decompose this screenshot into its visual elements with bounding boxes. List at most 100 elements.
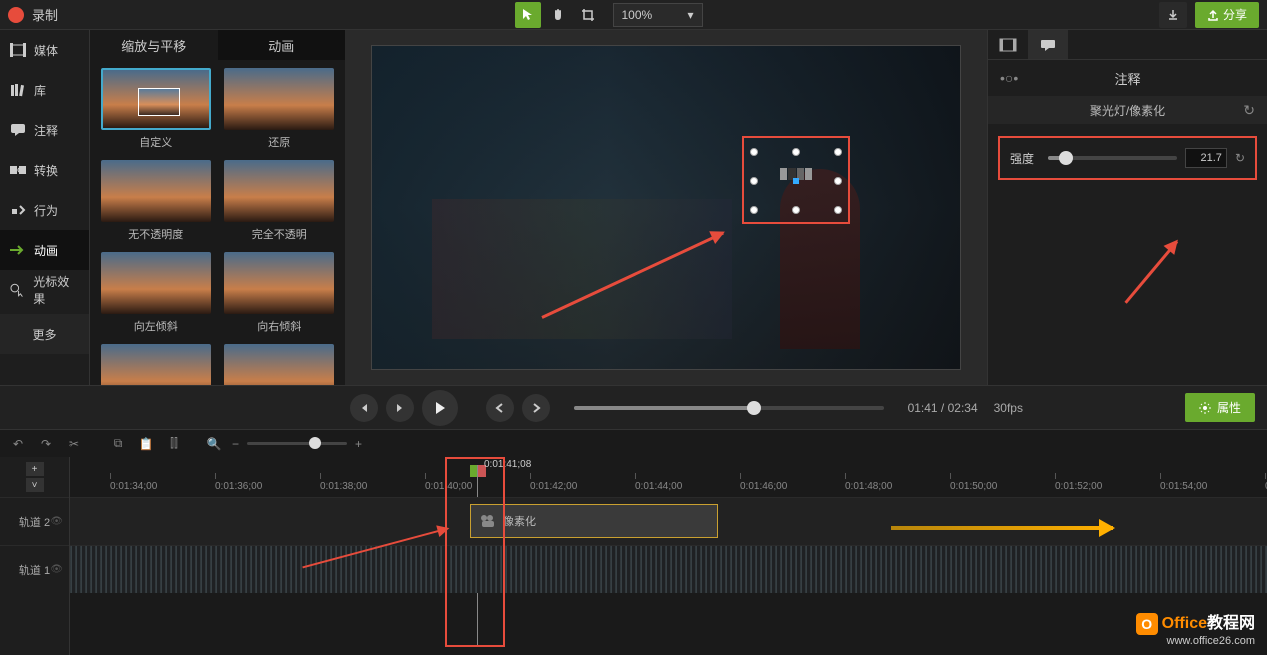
next-frame-button[interactable] — [386, 394, 414, 422]
ruler-tick: 0:01:36;00 — [215, 481, 262, 492]
properties-button[interactable]: 属性 — [1185, 393, 1255, 422]
properties-header: •○• 注释 — [988, 60, 1267, 96]
animation-item-extra[interactable] — [98, 344, 214, 385]
animation-thumbnail — [224, 252, 334, 314]
copy-button[interactable]: ⧉ — [108, 434, 128, 454]
share-label: 分享 — [1223, 6, 1247, 23]
pixelate-effect-object[interactable] — [758, 156, 834, 206]
sidebar-item-cursor-effects[interactable]: 光标效果 — [0, 270, 89, 310]
intensity-value-input[interactable]: 21.7 — [1185, 148, 1227, 168]
canvas-area — [345, 30, 987, 385]
reset-icon[interactable]: ↻ — [1243, 102, 1255, 119]
annotation-highlight-box — [742, 136, 850, 224]
intensity-slider[interactable] — [1048, 156, 1177, 160]
hand-tool-button[interactable] — [545, 2, 571, 28]
animation-item-custom[interactable]: 自定义 — [98, 68, 214, 150]
share-button[interactable]: 分享 — [1195, 2, 1259, 28]
timeline-zoom-slider[interactable] — [247, 442, 347, 445]
resize-handle-icon[interactable] — [834, 177, 842, 185]
slider-thumb-icon[interactable] — [1059, 151, 1073, 165]
animation-item-restore[interactable]: 还原 — [222, 68, 338, 150]
timeline-clip-pixelate[interactable]: 像素化 — [470, 504, 718, 538]
properties-tab-annotation[interactable] — [1028, 30, 1068, 59]
sidebar-item-label: 行为 — [34, 202, 58, 219]
sidebar-item-media[interactable]: 媒体 — [0, 30, 89, 70]
playback-progress-slider[interactable] — [574, 406, 884, 410]
slider-thumb-icon[interactable] — [747, 401, 761, 415]
ruler-tick: 0:01:52;00 — [1055, 481, 1102, 492]
prev-marker-button[interactable] — [486, 394, 514, 422]
resize-handle-icon[interactable] — [834, 206, 842, 214]
add-track-button[interactable]: + — [26, 462, 44, 476]
animation-item-tilt-left[interactable]: 向左倾斜 — [98, 252, 214, 334]
reset-icon[interactable]: ↻ — [1235, 151, 1245, 165]
resize-handle-icon[interactable] — [834, 148, 842, 156]
sidebar-item-label: 库 — [34, 82, 46, 99]
next-marker-button[interactable] — [522, 394, 550, 422]
ruler-tick: 0:01:38;00 — [320, 481, 367, 492]
record-indicator-icon[interactable] — [8, 7, 24, 23]
zoom-select[interactable]: 100% ▾ — [613, 3, 703, 27]
resize-handle-icon[interactable] — [750, 148, 758, 156]
preview-canvas[interactable] — [371, 45, 961, 370]
sidebar-more-button[interactable]: 更多 — [0, 314, 89, 354]
properties-subheader: 聚光灯/像素化 ↻ — [988, 96, 1267, 124]
track-row[interactable]: 像素化 — [70, 497, 1267, 545]
prev-frame-button[interactable] — [350, 394, 378, 422]
undo-button[interactable]: ↶ — [8, 434, 28, 454]
fps-display[interactable]: 30fps — [994, 401, 1023, 415]
sidebar-item-label: 注释 — [34, 122, 58, 139]
sidebar-item-behaviors[interactable]: 行为 — [0, 190, 89, 230]
properties-panel: •○• 注释 聚光灯/像素化 ↻ 强度 21.7 ↻ — [987, 30, 1267, 385]
animation-item-full-opacity[interactable]: 完全不透明 — [222, 160, 338, 242]
track-header[interactable]: 轨道 1 👁 — [0, 545, 69, 593]
paste-button[interactable]: 📋 — [136, 434, 156, 454]
sidebar-item-label: 动画 — [34, 242, 58, 259]
track-row[interactable] — [70, 545, 1267, 593]
zoom-out-button[interactable]: − — [232, 437, 239, 451]
time-display: 01:41 / 02:34 — [908, 401, 978, 415]
zoom-in-button[interactable]: + — [355, 437, 362, 451]
resize-handle-icon[interactable] — [750, 206, 758, 214]
slider-thumb-icon[interactable] — [309, 437, 321, 449]
timeline: + ˅ 轨道 2 👁 轨道 1 👁 0:01:41;08 0:01:34;00 … — [0, 457, 1267, 655]
zoom-fit-button[interactable]: 🔍 — [204, 434, 224, 454]
play-button[interactable] — [422, 390, 458, 426]
sidebar-item-animations[interactable]: 动画 — [0, 230, 89, 270]
resize-handle-icon[interactable] — [792, 148, 800, 156]
animation-item-no-opacity[interactable]: 无不透明度 — [98, 160, 214, 242]
sidebar-item-transitions[interactable]: 转换 — [0, 150, 89, 190]
record-label[interactable]: 录制 — [32, 5, 58, 24]
animation-thumbnail — [101, 344, 211, 385]
intensity-property-row: 强度 21.7 ↻ — [998, 136, 1257, 180]
cut-button[interactable]: ✂ — [64, 434, 84, 454]
properties-tab-video[interactable] — [988, 30, 1028, 59]
split-button[interactable]: ⫿⫿ — [164, 434, 184, 454]
ruler-tick: 0:01:44;00 — [635, 481, 682, 492]
resize-handle-icon[interactable] — [750, 177, 758, 185]
sidebar-item-annotations[interactable]: 注释 — [0, 110, 89, 150]
rotation-handle-icon[interactable] — [793, 178, 799, 184]
eye-icon[interactable]: 👁 — [50, 516, 63, 527]
drag-handle-icon[interactable]: •○• — [1000, 70, 1018, 86]
download-button[interactable] — [1159, 2, 1187, 28]
resize-handle-icon[interactable] — [792, 206, 800, 214]
pixelate-clip-icon — [479, 513, 497, 529]
timeline-ruler[interactable]: 0:01:41;08 0:01:34;00 0:01:36;00 0:01:38… — [70, 457, 1267, 497]
sidebar-item-library[interactable]: 库 — [0, 70, 89, 110]
redo-button[interactable]: ↷ — [36, 434, 56, 454]
ruler-tick: 0:01:34;00 — [110, 481, 157, 492]
media-panel: 缩放与平移 动画 自定义 还原 无不透明度 完全不透明 向左倾斜 — [90, 30, 345, 385]
animation-item-extra[interactable] — [222, 344, 338, 385]
chevron-down-icon: ▾ — [687, 8, 693, 22]
annotation-arrow — [1124, 241, 1178, 304]
collapse-tracks-button[interactable]: ˅ — [26, 478, 44, 492]
crop-tool-button[interactable] — [575, 2, 601, 28]
tab-animations[interactable]: 动画 — [218, 30, 346, 60]
pointer-tool-button[interactable] — [515, 2, 541, 28]
animation-item-tilt-right[interactable]: 向右倾斜 — [222, 252, 338, 334]
track-header[interactable]: 轨道 2 👁 — [0, 497, 69, 545]
tab-zoom-pan[interactable]: 缩放与平移 — [90, 30, 218, 60]
animation-thumbnail — [224, 68, 334, 130]
eye-icon[interactable]: 👁 — [50, 564, 63, 575]
